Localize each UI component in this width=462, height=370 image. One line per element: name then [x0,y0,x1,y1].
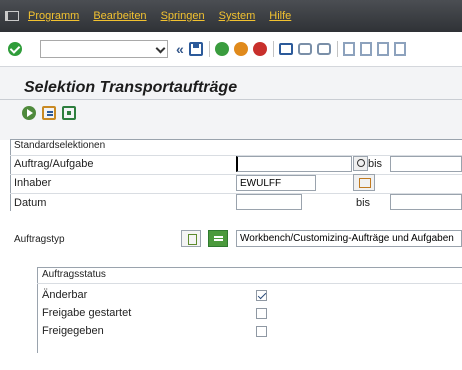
save-icon[interactable] [188,42,203,56]
execute-icon[interactable] [22,106,36,120]
auftragstyp-field[interactable]: Workbench/Customizing-Aufträge und Aufga… [236,230,462,247]
last-page-icon[interactable] [393,42,406,56]
menu-programm[interactable]: Programm [28,10,79,22]
auftrag-to-input[interactable] [390,156,462,172]
datum-from-input[interactable] [236,194,302,210]
toolbar-separator [336,41,338,57]
standard-toolbar: « [0,32,462,66]
status-freigegeben-checkbox[interactable] [256,326,267,337]
inhaber-input[interactable]: EWULFF [236,175,316,191]
previous-page-icon[interactable] [359,42,372,56]
menu-hilfe[interactable]: Hilfe [269,10,291,22]
status-aenderbar-label: Änderbar [42,289,88,301]
auftragstyp-select-icon[interactable] [181,230,201,247]
status-freigabe-gestartet-label: Freigabe gestartet [42,307,132,319]
find-next-icon[interactable] [316,43,331,55]
auftragsstatus-title: Auftragsstatus [42,269,106,280]
datum-label: Datum [14,197,47,209]
multiple-selection-icon[interactable] [353,174,375,191]
toolbar-separator [208,41,210,57]
first-page-icon[interactable] [342,42,355,56]
title-area [0,66,462,140]
auftragstyp-list-icon[interactable] [208,230,228,247]
inhaber-label: Inhaber [14,177,52,189]
get-variant-icon[interactable] [62,106,76,120]
menu-system[interactable]: System [219,10,256,22]
find-icon[interactable] [297,43,312,55]
inhaber-value: EWULFF [240,177,282,189]
row-divider [37,283,462,284]
menu-bearbeiten[interactable]: Bearbeiten [93,10,146,22]
auftragstyp-value: Workbench/Customizing-Aufträge und Aufga… [240,233,454,244]
datum-bis-label: bis [356,197,371,209]
variants-icon[interactable] [42,106,56,120]
collapse-chevron-icon[interactable]: « [176,41,184,57]
window-menu-icon[interactable] [4,10,19,22]
enter-check-icon[interactable] [8,42,22,56]
command-field[interactable] [40,40,168,58]
status-aenderbar-checkbox[interactable] [256,290,267,301]
standard-selections-title: Standardselektionen [14,140,106,151]
status-freigabe-gestartet-checkbox[interactable] [256,308,267,319]
back-icon[interactable] [214,42,229,56]
exit-icon[interactable] [233,42,248,56]
search-help-icon[interactable] [353,156,368,171]
title-divider [0,99,462,100]
auftrag-from-input[interactable] [236,156,352,172]
next-page-icon[interactable] [376,42,389,56]
cancel-icon[interactable] [252,42,267,56]
auftrag-label: Auftrag/Aufgabe [14,158,94,170]
menu-springen[interactable]: Springen [161,10,205,22]
auftragstyp-label: Auftragstyp [14,234,65,245]
toolbar-separator [272,41,274,57]
print-icon[interactable] [278,43,293,55]
menu-bar: Programm Bearbeiten Springen System Hilf… [0,0,462,32]
chevron-down-icon[interactable] [155,43,166,54]
auftrag-bis-label: bis [368,158,383,170]
page-title: Selektion Transportaufträge [24,79,238,96]
application-toolbar [22,106,82,120]
status-freigegeben-label: Freigegeben [42,325,104,337]
datum-to-input[interactable] [390,194,462,210]
